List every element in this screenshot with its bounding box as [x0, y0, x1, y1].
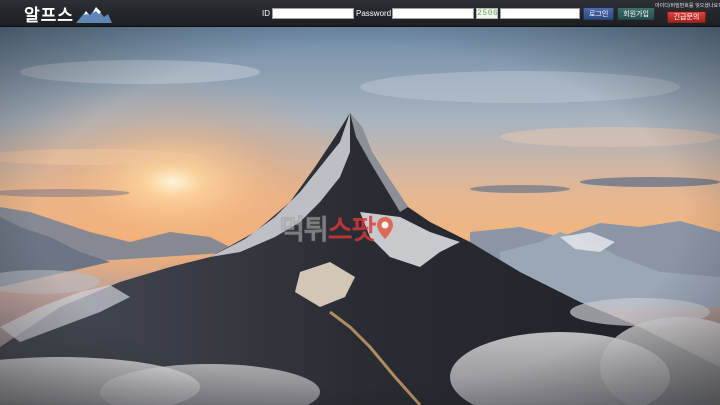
mountain-logo-icon	[75, 6, 112, 23]
captcha-image: 2506	[476, 8, 499, 19]
forgot-notice-link[interactable]: 아이디/비밀번호를 잊으셨나요?	[655, 2, 720, 9]
login-form: ID Password 2506 로그인 회원가입	[262, 0, 656, 27]
emergency-box: 아이디/비밀번호를 잊으셨나요? 긴급문의	[655, 2, 720, 23]
emergency-button[interactable]: 긴급문의	[667, 11, 706, 23]
top-bar: 알프스 ID Password 2506 로그인 회원가입 아이디/비밀번호를 …	[0, 0, 720, 27]
watermark-text-part1: 먹튀	[280, 215, 330, 247]
hero-banner: 먹튀 스팟	[0, 27, 720, 405]
password-label: Password	[356, 9, 392, 18]
watermark: 먹튀 스팟	[280, 208, 394, 247]
login-button[interactable]: 로그인	[583, 7, 615, 20]
watermark-text-part2: 스팟	[327, 215, 377, 246]
map-pin-icon	[377, 216, 394, 239]
join-button[interactable]: 회원가입	[617, 7, 656, 20]
logo-text: 알프스	[24, 6, 74, 26]
captcha-input[interactable]	[500, 8, 581, 19]
id-label: ID	[262, 9, 270, 18]
id-input[interactable]	[272, 8, 354, 19]
password-input[interactable]	[392, 8, 475, 19]
site-logo[interactable]: 알프스	[24, 3, 112, 26]
